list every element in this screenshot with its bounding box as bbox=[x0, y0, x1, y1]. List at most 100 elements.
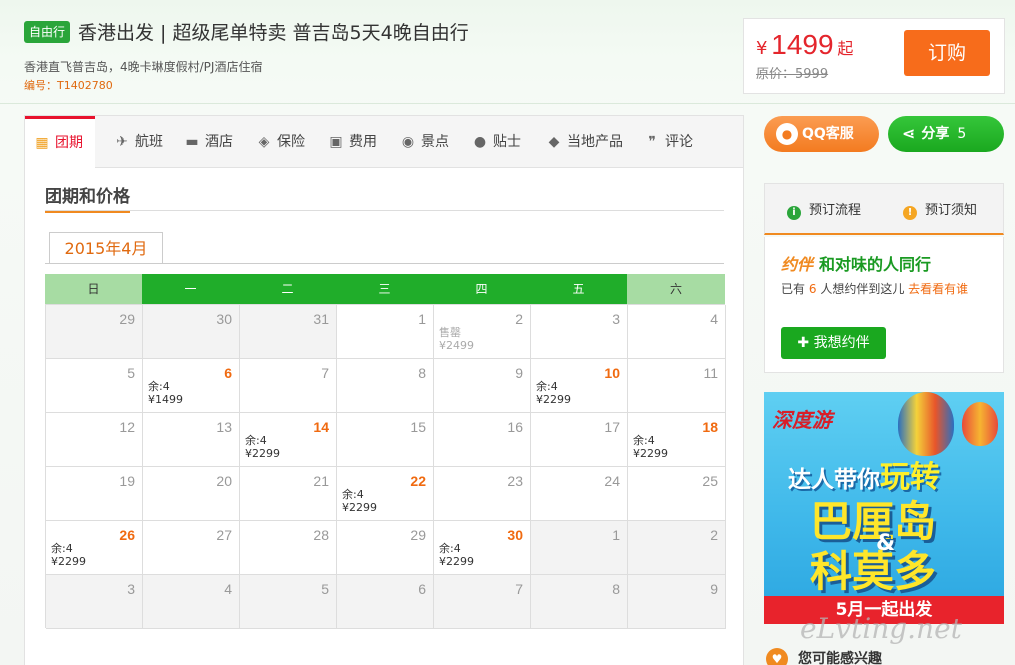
order-button[interactable]: 订购 bbox=[904, 30, 990, 76]
day-price: ¥2299 bbox=[439, 555, 474, 568]
day-number: 21 bbox=[313, 473, 329, 489]
booking-process-link[interactable]: i 预订流程 bbox=[787, 199, 861, 220]
calendar-day: 13 bbox=[143, 413, 240, 467]
location-pin-icon: ◉ bbox=[401, 134, 415, 150]
day-number: 9 bbox=[515, 365, 523, 381]
plus-icon: ✚ bbox=[797, 335, 814, 351]
month-divider bbox=[45, 263, 724, 264]
tab-label: 保险 bbox=[277, 134, 305, 150]
plane-icon: ✈ bbox=[116, 134, 128, 150]
day-number: 6 bbox=[224, 365, 232, 381]
calendar-day: 21 bbox=[240, 467, 337, 521]
day-status: 余:4 ¥2299 bbox=[245, 434, 280, 460]
seats-left-label: 余:4 bbox=[342, 488, 364, 501]
tab-label: 费用 bbox=[349, 134, 377, 150]
day-number: 2 bbox=[710, 527, 718, 543]
day-number: 10 bbox=[604, 365, 620, 381]
companion-see-who-link[interactable]: 去看看有谁 bbox=[908, 282, 968, 296]
calendar-day: 5 bbox=[46, 359, 143, 413]
calendar-day: 9 bbox=[628, 575, 726, 629]
calendar-day-available[interactable]: 6 余:4 ¥1499 bbox=[143, 359, 240, 413]
companion-title-text: 和对味的人同行 bbox=[819, 255, 932, 274]
weekday-header: 六 bbox=[627, 274, 725, 304]
site-watermark: eLvting.net bbox=[800, 612, 962, 645]
booking-notice-link[interactable]: ! 预订须知 bbox=[903, 199, 977, 220]
tab-label: 评论 bbox=[665, 134, 693, 150]
wallet-icon: ▣ bbox=[329, 134, 343, 150]
companion-logo: 约伴 bbox=[781, 255, 814, 274]
calendar-day: 8 bbox=[337, 359, 434, 413]
weekday-header: 日 bbox=[45, 274, 142, 304]
hot-air-balloon-image bbox=[962, 402, 998, 446]
day-price: ¥2499 bbox=[439, 339, 474, 352]
tab-5[interactable]: ◉ 景点 bbox=[391, 116, 463, 168]
seats-left-label: 余:4 bbox=[536, 380, 558, 393]
calendar-day: 17 bbox=[531, 413, 628, 467]
weekday-header: 四 bbox=[433, 274, 530, 304]
calendar-day: 6 bbox=[337, 575, 434, 629]
tab-8[interactable]: ❞ 评论 bbox=[635, 116, 715, 168]
calendar-day: 16 bbox=[434, 413, 531, 467]
seats-left-label: 余:4 bbox=[633, 434, 655, 447]
tab-6[interactable]: ● 贴士 bbox=[463, 116, 537, 168]
promo-banner[interactable]: 深度游 达人带你玩转 巴厘岛 & 科莫多 5月一起出发 bbox=[764, 392, 1004, 624]
share-icon: ⋖ bbox=[902, 124, 916, 143]
day-number: 25 bbox=[702, 473, 718, 489]
price-box: ¥ 1499 起 原价：5999 订购 bbox=[743, 18, 1005, 94]
day-price: ¥2299 bbox=[633, 447, 668, 460]
qq-penguin-icon: ● bbox=[776, 123, 798, 145]
day-number: 14 bbox=[313, 419, 329, 435]
day-number: 28 bbox=[313, 527, 329, 543]
calendar-day: 28 bbox=[240, 521, 337, 575]
calendar-day-available[interactable]: 30 余:4 ¥2299 bbox=[434, 521, 531, 575]
calendar-day: 27 bbox=[143, 521, 240, 575]
calendar-day-available[interactable]: 14 余:4 ¥2299 bbox=[240, 413, 337, 467]
companion-middle: 人想约伴到这儿 bbox=[820, 282, 905, 296]
calendar-day-available[interactable]: 18 余:4 ¥2299 bbox=[628, 413, 726, 467]
calendar-day-available[interactable]: 26 余:4 ¥2299 bbox=[46, 521, 143, 575]
want-companion-button[interactable]: ✚ 我想约伴 bbox=[781, 327, 886, 359]
day-price: ¥2299 bbox=[342, 501, 377, 514]
section-divider bbox=[45, 210, 724, 211]
tab-1[interactable]: ✈ 航班 bbox=[105, 116, 175, 168]
product-subtitle: 香港直飞普吉岛，4晚卡琳度假村/PJ酒店住宿 bbox=[24, 60, 263, 74]
bed-icon: ▬ bbox=[185, 134, 199, 150]
calendar-day: 4 bbox=[628, 305, 726, 359]
tab-7[interactable]: ◆ 当地产品 bbox=[537, 116, 635, 168]
product-type-badge: 自由行 bbox=[24, 21, 71, 43]
day-status: 余:4 ¥2299 bbox=[633, 434, 668, 460]
calendar-day-available[interactable]: 10 余:4 ¥2299 bbox=[531, 359, 628, 413]
day-number: 11 bbox=[703, 365, 718, 381]
price-value: 1499 bbox=[771, 29, 834, 60]
day-number: 22 bbox=[410, 473, 426, 489]
calendar-day: 12 bbox=[46, 413, 143, 467]
tab-4[interactable]: ▣ 费用 bbox=[319, 116, 391, 168]
qq-service-button[interactable]: ● QQ客服 bbox=[764, 116, 879, 152]
tab-2[interactable]: ▬ 酒店 bbox=[175, 116, 247, 168]
share-button[interactable]: ⋖ 分享 5 bbox=[888, 116, 1004, 152]
tab-label: 景点 bbox=[421, 134, 449, 150]
info-icon: i bbox=[787, 206, 801, 220]
day-number: 8 bbox=[612, 581, 620, 597]
day-price: ¥2299 bbox=[51, 555, 86, 568]
seats-left-label: 余:4 bbox=[148, 380, 170, 393]
seats-left-label: 余:4 bbox=[51, 542, 73, 555]
sold-out-label: 售罄 bbox=[439, 326, 461, 339]
calendar-day: 9 bbox=[434, 359, 531, 413]
tab-3[interactable]: ◈ 保险 bbox=[247, 116, 319, 168]
day-number: 7 bbox=[321, 365, 329, 381]
booking-process-label: 预订流程 bbox=[809, 203, 862, 218]
calendar-day: 11 bbox=[628, 359, 726, 413]
companion-prefix: 已有 bbox=[781, 282, 806, 296]
seats-left-label: 余:4 bbox=[245, 434, 267, 447]
calendar-day: 2 售罄 ¥2499 bbox=[434, 305, 531, 359]
day-status: 余:4 ¥2299 bbox=[536, 380, 571, 406]
calendar-day-available[interactable]: 22 余:4 ¥2299 bbox=[337, 467, 434, 521]
day-number: 27 bbox=[216, 527, 232, 543]
calendar-day: 1 bbox=[531, 521, 628, 575]
month-tab[interactable]: 2015年4月 bbox=[49, 232, 163, 264]
tab-label: 酒店 bbox=[205, 134, 233, 150]
day-price: ¥2299 bbox=[245, 447, 280, 460]
tab-0[interactable]: ▦ 团期 bbox=[25, 116, 95, 169]
qq-service-label: QQ客服 bbox=[802, 126, 854, 142]
